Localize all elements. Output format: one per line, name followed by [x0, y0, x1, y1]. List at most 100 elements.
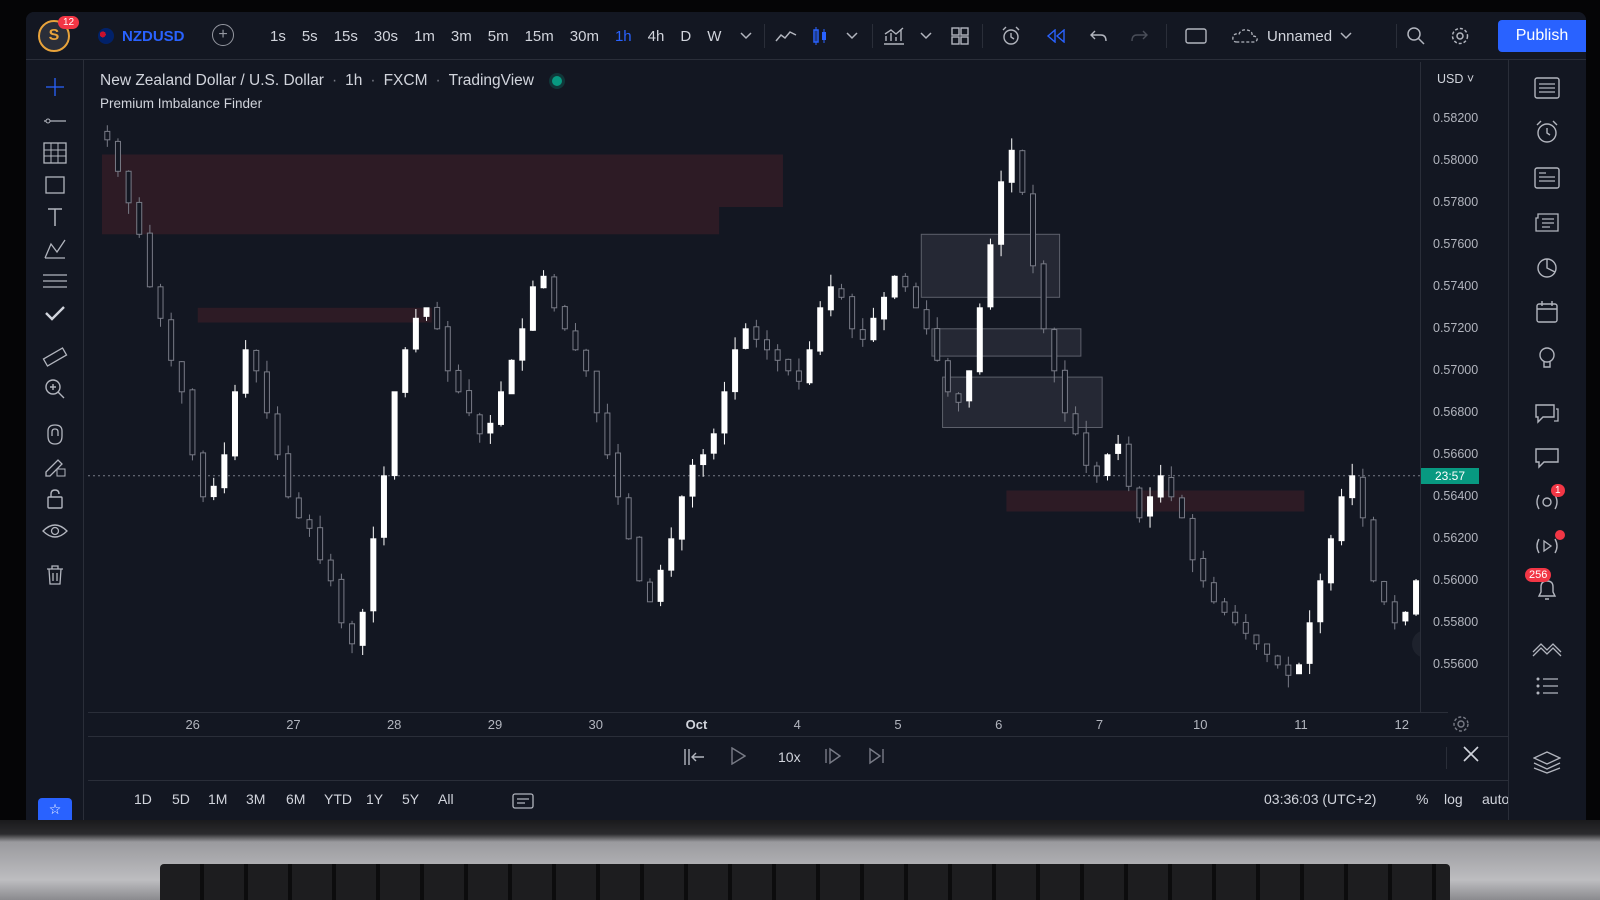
- compare-plus-icon[interactable]: +: [212, 24, 234, 46]
- candle: [412, 317, 419, 350]
- layout-name-label: Unnamed: [1267, 27, 1333, 45]
- symbol-search-button[interactable]: NZDUSD: [98, 20, 185, 52]
- indicators-icon[interactable]: [878, 20, 910, 52]
- layers-icon[interactable]: [1531, 746, 1563, 778]
- ideas-bulb-icon[interactable]: [1531, 342, 1563, 374]
- candle: [1008, 149, 1015, 183]
- range-5y[interactable]: 5Y: [402, 791, 419, 807]
- interval-15s[interactable]: 15s: [326, 20, 366, 52]
- candle: [423, 307, 430, 317]
- settings-icon[interactable]: [1444, 20, 1476, 52]
- layout-grid-icon[interactable]: [944, 20, 976, 52]
- calendar-icon[interactable]: [1531, 296, 1563, 328]
- range-1d[interactable]: 1D: [134, 791, 152, 807]
- percent-toggle[interactable]: %: [1416, 791, 1428, 807]
- layout-menu-button[interactable]: Unnamed: [1231, 20, 1352, 52]
- text-icon[interactable]: [40, 202, 70, 232]
- clock-timezone[interactable]: 03:36:03 (UTC+2): [1264, 791, 1376, 807]
- messages-icon[interactable]: [1531, 442, 1563, 474]
- candle: [1093, 465, 1100, 477]
- favorites-star-icon[interactable]: ☆: [38, 798, 72, 820]
- magnet-icon[interactable]: [40, 420, 70, 450]
- details-icon[interactable]: [1531, 162, 1563, 194]
- eye-icon[interactable]: [40, 516, 70, 546]
- candle: [764, 339, 770, 351]
- chart-pane[interactable]: New Zealand Dollar / U.S. Dollar · 1h · …: [88, 62, 1448, 712]
- price-axis[interactable]: USD ˅ 23:57 0.58200 0.58000 0.57800 0.57600…: [1420, 62, 1508, 712]
- interval-3m[interactable]: 3m: [443, 20, 480, 52]
- axis-settings-icon[interactable]: [1452, 715, 1470, 738]
- log-toggle[interactable]: log: [1444, 791, 1463, 807]
- range-6m[interactable]: 6M: [286, 791, 305, 807]
- select-bar-icon[interactable]: [682, 747, 706, 772]
- replay-icon[interactable]: [1040, 20, 1072, 52]
- pattern-icon[interactable]: [40, 234, 70, 264]
- bar-countdown: 23:57: [1421, 467, 1479, 484]
- candle: [157, 286, 164, 319]
- jump-to-realtime-icon[interactable]: [868, 747, 886, 770]
- undo-icon[interactable]: [1082, 20, 1114, 52]
- publish-button[interactable]: Publish: [1498, 20, 1586, 52]
- watchlist-icon[interactable]: [1531, 72, 1563, 104]
- crosshair-icon[interactable]: [40, 72, 70, 102]
- range-ytd[interactable]: YTD: [324, 791, 352, 807]
- close-icon[interactable]: [1462, 745, 1480, 769]
- trash-icon[interactable]: [40, 560, 70, 590]
- line-chart-icon[interactable]: [770, 20, 802, 52]
- right-sidebar: 1 256: [1508, 60, 1586, 820]
- search-icon[interactable]: [1400, 20, 1432, 52]
- range-1m[interactable]: 1M: [208, 791, 227, 807]
- interval-d[interactable]: D: [672, 20, 699, 52]
- chevron-down-icon[interactable]: [730, 20, 762, 52]
- interval-15m[interactable]: 15m: [517, 20, 562, 52]
- trading-panel-icon[interactable]: [1531, 632, 1563, 664]
- time-axis[interactable]: 26 27 28 29 30 Oct 4 5 6 7 10 11 12: [88, 712, 1448, 736]
- interval-30m[interactable]: 30m: [562, 20, 607, 52]
- chevron-down-icon[interactable]: [910, 20, 942, 52]
- interval-1h[interactable]: 1h: [607, 20, 640, 52]
- chevron-down-icon[interactable]: [836, 20, 868, 52]
- lock-drawing-icon[interactable]: [40, 452, 70, 482]
- alert-icon[interactable]: [996, 20, 1028, 52]
- rectangle-icon[interactable]: [40, 170, 70, 200]
- go-to-date-icon[interactable]: [512, 791, 534, 814]
- lock-icon[interactable]: [40, 484, 70, 514]
- fib-grid-icon[interactable]: [40, 138, 70, 168]
- interval-30s[interactable]: 30s: [366, 20, 406, 52]
- checkmark-icon[interactable]: [40, 298, 70, 328]
- object-tree-icon[interactable]: [1531, 670, 1563, 702]
- range-3m[interactable]: 3M: [246, 791, 265, 807]
- candle: [274, 413, 281, 456]
- time-label: 30: [588, 717, 603, 732]
- zoom-in-icon[interactable]: [40, 374, 70, 404]
- interval-4h[interactable]: 4h: [640, 20, 673, 52]
- candle: [1221, 601, 1228, 613]
- redo-icon[interactable]: [1124, 20, 1156, 52]
- interval-1s[interactable]: 1s: [262, 20, 294, 52]
- interval-w[interactable]: W: [699, 20, 729, 52]
- alarm-clock-icon[interactable]: [1531, 116, 1563, 148]
- candle: [944, 360, 951, 393]
- trend-line-icon[interactable]: [40, 106, 70, 136]
- currency-selector[interactable]: USD ˅: [1437, 72, 1474, 86]
- play-icon[interactable]: [730, 746, 747, 770]
- replay-speed-button[interactable]: 10x: [778, 749, 801, 765]
- news-icon[interactable]: [1531, 206, 1563, 238]
- auto-toggle[interactable]: auto: [1482, 791, 1509, 807]
- range-all[interactable]: All: [438, 791, 454, 807]
- indicator-label[interactable]: Premium Imbalance Finder: [100, 96, 262, 111]
- pie-chart-icon[interactable]: [1531, 252, 1563, 284]
- range-5d[interactable]: 5D: [172, 791, 190, 807]
- step-forward-icon[interactable]: [824, 747, 842, 770]
- fullscreen-icon[interactable]: [1180, 20, 1212, 52]
- candle: [455, 369, 462, 393]
- interval-1m[interactable]: 1m: [406, 20, 443, 52]
- prediction-icon[interactable]: [40, 266, 70, 296]
- chats-icon[interactable]: [1531, 398, 1563, 430]
- candles-icon[interactable]: [804, 20, 836, 52]
- time-label: 12: [1394, 717, 1409, 732]
- ruler-icon[interactable]: [40, 342, 70, 372]
- interval-5m[interactable]: 5m: [480, 20, 517, 52]
- range-1y[interactable]: 1Y: [366, 791, 383, 807]
- interval-5s[interactable]: 5s: [294, 20, 326, 52]
